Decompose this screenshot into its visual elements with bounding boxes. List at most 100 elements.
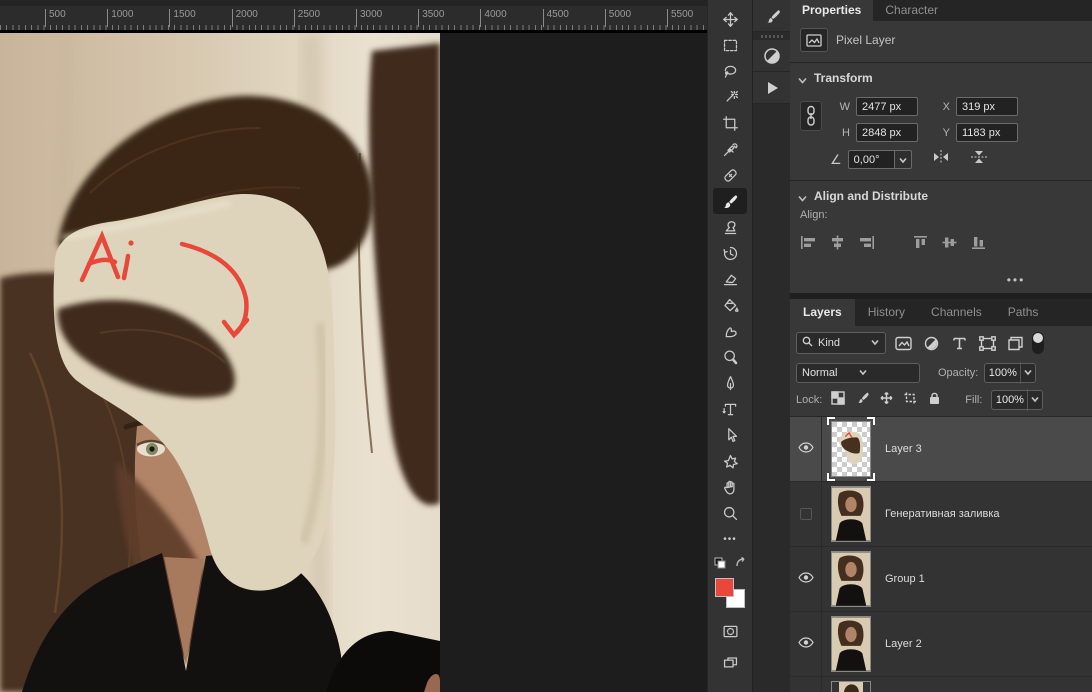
panel-grip[interactable] (753, 32, 790, 40)
h-label: H (838, 127, 850, 139)
y-label: Y (938, 127, 950, 139)
eyedropper-tool[interactable] (713, 136, 747, 162)
visibility-toggle[interactable] (790, 547, 822, 611)
visibility-toggle[interactable] (790, 417, 822, 481)
crop-tool[interactable] (713, 110, 747, 136)
layer-name[interactable]: Layer 2 (885, 638, 922, 650)
align-center-horizontal-button[interactable] (829, 235, 846, 255)
color-swatches[interactable] (713, 576, 747, 610)
swap-colors-icon[interactable] (734, 556, 747, 574)
chevron-down-icon (858, 367, 914, 380)
opacity-field[interactable]: 100% (984, 363, 1036, 383)
document-canvas[interactable]: Ai (0, 33, 440, 692)
tab-properties[interactable]: Properties (790, 0, 873, 21)
clone-stamp-tool[interactable] (713, 214, 747, 240)
lock-position-icon[interactable] (879, 391, 894, 410)
layer-thumbnail[interactable] (831, 681, 871, 692)
layer-row-partial[interactable] (790, 677, 1092, 692)
layer-row-layer-3[interactable]: Layer 3 (790, 417, 1092, 482)
rotation-field[interactable] (848, 150, 894, 169)
foreground-color-swatch[interactable] (715, 578, 734, 597)
flip-horizontal-button[interactable] (932, 149, 950, 170)
tab-channels[interactable]: Channels (918, 299, 995, 326)
y-field[interactable] (956, 123, 1018, 142)
layer-row-layer-2[interactable]: Layer 2 (790, 612, 1092, 677)
layer-thumbnail[interactable] (831, 421, 871, 477)
lock-pixels-icon[interactable] (855, 391, 870, 410)
align-left-button[interactable] (800, 235, 817, 255)
lock-artboard-icon[interactable] (903, 391, 918, 410)
toolbar-more-button[interactable]: ••• (713, 526, 747, 552)
tab-layers[interactable]: Layers (790, 299, 855, 326)
smudge-tool[interactable] (713, 318, 747, 344)
default-colors-icon[interactable] (714, 556, 726, 574)
layer-name[interactable]: Генеративная заливка (885, 508, 1000, 520)
filter-type-layers-icon[interactable] (948, 333, 970, 353)
fill-field[interactable]: 100% (991, 390, 1043, 410)
visibility-toggle[interactable] (790, 482, 822, 546)
pen-tool[interactable] (713, 370, 747, 396)
align-top-button[interactable] (913, 235, 930, 255)
filter-smart-objects-icon[interactable] (1004, 333, 1026, 353)
layer-row-generative-fill[interactable]: Генеративная заливка (790, 482, 1092, 547)
layer-thumbnail[interactable] (831, 616, 871, 672)
hand-tool[interactable] (713, 474, 747, 500)
dodge-tool[interactable] (713, 344, 747, 370)
magic-wand-tool[interactable] (713, 84, 747, 110)
history-brush-tool[interactable] (713, 240, 747, 266)
layer-thumbnail[interactable] (831, 486, 871, 542)
x-field[interactable] (956, 97, 1018, 116)
brush-settings-panel-icon[interactable] (753, 0, 791, 32)
blend-mode-dropdown[interactable]: Normal (796, 363, 920, 383)
tab-history[interactable]: History (855, 299, 918, 326)
eraser-tool[interactable] (713, 266, 747, 292)
width-field[interactable] (856, 97, 918, 116)
layer-name[interactable]: Layer 3 (885, 443, 922, 455)
paint-bucket-tool[interactable] (713, 292, 747, 318)
type-tool[interactable] (713, 396, 747, 422)
height-field[interactable] (856, 123, 918, 142)
chevron-down-icon (870, 334, 880, 352)
custom-shape-tool[interactable] (713, 448, 747, 474)
layer-name[interactable]: Group 1 (885, 573, 925, 585)
search-icon (802, 334, 813, 352)
lock-transparency-icon[interactable] (831, 391, 846, 410)
link-dimensions-button[interactable] (800, 101, 822, 131)
chevron-down-icon (798, 74, 807, 83)
align-more-button[interactable]: ••• (790, 259, 1092, 293)
align-center-vertical-button[interactable] (942, 235, 959, 255)
actions-panel-icon[interactable] (753, 72, 791, 104)
filter-adjustment-layers-icon[interactable] (920, 333, 942, 353)
angle-icon: ∠ (830, 152, 842, 168)
marquee-tool[interactable] (713, 32, 747, 58)
filter-shape-layers-icon[interactable] (976, 333, 998, 353)
lasso-tool[interactable] (713, 58, 747, 84)
horizontal-ruler[interactable]: 5001000150020002500300035004000450050005… (0, 0, 707, 33)
fill-label: Fill: (965, 394, 982, 406)
tab-character[interactable]: Character (873, 0, 950, 21)
healing-brush-tool[interactable] (713, 162, 747, 188)
filter-kind-dropdown[interactable]: Kind (796, 332, 886, 354)
path-select-tool[interactable] (713, 422, 747, 448)
brush-tool[interactable] (713, 188, 747, 214)
align-bottom-button[interactable] (971, 235, 988, 255)
align-section-header[interactable]: Align and Distribute (790, 181, 1092, 209)
screen-mode-button[interactable] (713, 650, 747, 676)
filter-toggle-switch[interactable] (1032, 332, 1044, 354)
align-right-button[interactable] (858, 235, 875, 255)
visibility-toggle[interactable] (790, 612, 822, 676)
lock-all-icon[interactable] (927, 391, 942, 410)
move-tool[interactable] (713, 6, 747, 32)
gradient-panel-icon[interactable] (753, 40, 791, 72)
layer-row-group-1[interactable]: Group 1 (790, 547, 1092, 612)
quick-mask-button[interactable] (713, 618, 747, 644)
tab-paths[interactable]: Paths (995, 299, 1052, 326)
ruler-minor-ticks (0, 25, 707, 30)
rotation-dropdown-button[interactable] (894, 150, 912, 169)
filter-pixel-layers-icon[interactable] (892, 333, 914, 353)
layer-thumbnail[interactable] (831, 551, 871, 607)
layers-tabbar: Layers History Channels Paths (790, 299, 1092, 326)
flip-vertical-button[interactable] (970, 149, 988, 170)
zoom-tool[interactable] (713, 500, 747, 526)
transform-section-header[interactable]: Transform (790, 63, 1092, 91)
